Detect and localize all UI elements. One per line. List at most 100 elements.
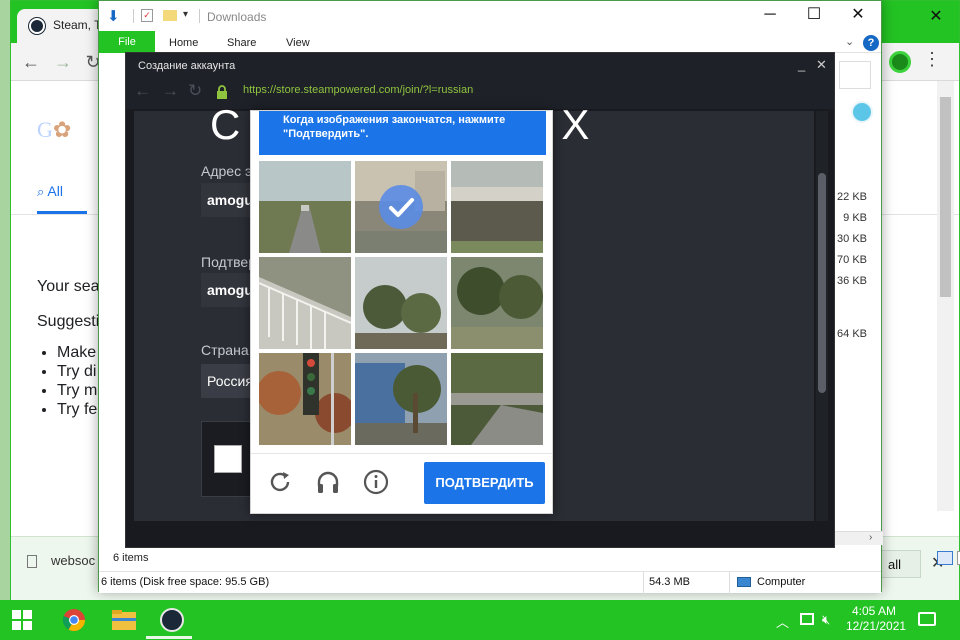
divider bbox=[729, 572, 730, 594]
country-label: Страна bbox=[201, 342, 249, 358]
status-size: 54.3 MB bbox=[649, 576, 690, 588]
captcha-checkbox[interactable] bbox=[214, 445, 242, 473]
close-icon[interactable]: ✕ bbox=[921, 7, 951, 27]
download-file-name: websoc bbox=[51, 553, 96, 568]
tab-home[interactable]: Home bbox=[169, 37, 198, 49]
profile-icon[interactable] bbox=[889, 51, 911, 73]
download-arrow-icon: ⬇ bbox=[107, 8, 120, 25]
captcha-tile[interactable] bbox=[451, 257, 543, 349]
search-results: Your sea Suggesti Make Try di Try m Try … bbox=[37, 277, 100, 419]
captcha-image-grid bbox=[259, 161, 545, 447]
stairs-image bbox=[259, 257, 351, 349]
refresh-icon[interactable] bbox=[267, 469, 293, 495]
headphones-icon[interactable] bbox=[315, 469, 341, 495]
clock[interactable]: 4:05 AM 12/21/2021 bbox=[846, 604, 907, 634]
steam-scroll-thumb[interactable] bbox=[818, 173, 826, 393]
traffic-light-image bbox=[259, 353, 351, 445]
notification-icon[interactable] bbox=[918, 612, 936, 626]
forward-arrow-icon[interactable]: → bbox=[162, 81, 179, 101]
divider bbox=[643, 572, 644, 594]
ribbon bbox=[99, 31, 881, 53]
shell-icon bbox=[851, 101, 873, 123]
active-app-indicator bbox=[146, 636, 192, 639]
lock-icon bbox=[217, 85, 227, 99]
chevron-right-icon[interactable]: › bbox=[869, 532, 872, 543]
divider bbox=[199, 9, 200, 23]
minimize-icon[interactable]: _ bbox=[798, 57, 805, 72]
computer-icon bbox=[737, 577, 751, 587]
captcha-tile[interactable] bbox=[451, 161, 543, 253]
file-explorer-icon[interactable] bbox=[112, 610, 136, 630]
road-image bbox=[259, 161, 351, 253]
steam-icon bbox=[29, 18, 45, 34]
captcha-tile[interactable] bbox=[259, 161, 351, 253]
reload-icon[interactable]: ↻ bbox=[188, 81, 202, 101]
close-icon[interactable]: ✕ bbox=[843, 5, 873, 25]
road-image bbox=[451, 353, 543, 445]
tab-all-label: All bbox=[47, 183, 63, 199]
trees-image bbox=[451, 257, 543, 349]
captcha-tile[interactable] bbox=[355, 257, 447, 349]
tab-view[interactable]: View bbox=[286, 37, 310, 49]
maximize-icon[interactable]: ☐ bbox=[799, 5, 829, 25]
info-icon[interactable] bbox=[363, 469, 389, 495]
close-icon[interactable]: ✕ bbox=[816, 57, 827, 73]
email-label: Адрес э bbox=[201, 163, 253, 179]
network-icon[interactable] bbox=[800, 613, 814, 625]
steam-url[interactable]: https://store.steampowered.com/join/?l=r… bbox=[243, 84, 473, 96]
captcha-tile[interactable] bbox=[355, 353, 447, 445]
palm-tree-image bbox=[355, 353, 447, 445]
window-title: Downloads bbox=[207, 10, 267, 24]
captcha-instruction: Когда изображения закончатся, нажмите "П… bbox=[259, 111, 546, 155]
divider bbox=[133, 9, 134, 23]
list-item: Try di bbox=[57, 362, 100, 381]
chevron-down-icon[interactable]: ▾ bbox=[183, 9, 188, 20]
tab-file[interactable]: File bbox=[99, 31, 155, 53]
kebab-menu-icon[interactable]: ⋮ bbox=[923, 49, 941, 70]
status-bar: 6 items (Disk free space: 95.5 GB) 54.3 … bbox=[99, 571, 881, 594]
back-arrow-icon[interactable]: ← bbox=[19, 50, 43, 74]
clock-date: 12/21/2021 bbox=[846, 619, 907, 633]
captcha-challenge: Когда изображения закончатся, нажмите "П… bbox=[250, 110, 553, 514]
list-item: Try m bbox=[57, 381, 100, 400]
windows-start-icon[interactable] bbox=[12, 610, 32, 630]
trees-image bbox=[355, 257, 447, 349]
search-box[interactable] bbox=[839, 61, 871, 89]
back-arrow-icon[interactable]: ← bbox=[134, 81, 151, 101]
clock-time: 4:05 AM bbox=[851, 604, 897, 618]
captcha-tile-selected[interactable] bbox=[355, 161, 447, 253]
google-doodle-logo[interactable]: G✿ bbox=[37, 117, 101, 143]
speaker-muted-icon[interactable]: 🔇︎ bbox=[822, 612, 830, 628]
show-all-label: all bbox=[888, 557, 902, 572]
chrome-scroll-thumb[interactable] bbox=[940, 97, 951, 297]
minimize-icon[interactable]: ─ bbox=[755, 5, 785, 25]
chrome-tab-title: Steam, T bbox=[53, 18, 102, 32]
bridge-image bbox=[451, 161, 543, 253]
window-title: Создание аккаунта bbox=[138, 60, 236, 72]
forward-arrow-icon[interactable]: → bbox=[51, 50, 75, 74]
results-intro: Your sea bbox=[37, 278, 100, 295]
steam-icon[interactable] bbox=[160, 608, 184, 632]
captcha-tile[interactable] bbox=[451, 353, 543, 445]
file-icon bbox=[27, 555, 37, 569]
tab-share[interactable]: Share bbox=[227, 37, 256, 49]
tab-all[interactable]: ⌕ All bbox=[37, 183, 63, 200]
download-item[interactable]: websoc bbox=[27, 553, 96, 569]
page-title-left: С bbox=[210, 101, 242, 148]
suggestions-label: Suggesti bbox=[37, 313, 100, 330]
chevron-down-icon[interactable]: ⌄ bbox=[845, 35, 854, 48]
new-folder-icon[interactable] bbox=[163, 10, 177, 21]
chevron-up-icon[interactable]: ︿ bbox=[776, 612, 789, 631]
tab-file-label: File bbox=[118, 36, 136, 48]
captcha-tile[interactable] bbox=[259, 353, 351, 445]
details-view-button[interactable] bbox=[937, 551, 953, 565]
list-item: Try fe bbox=[57, 400, 100, 419]
help-icon[interactable]: ? bbox=[863, 35, 879, 51]
submit-button[interactable]: ПОДТВЕРДИТЬ bbox=[424, 462, 545, 504]
items-count: 6 items bbox=[113, 552, 149, 564]
search-icon: ⌕ bbox=[37, 184, 45, 199]
chrome-icon[interactable] bbox=[62, 608, 86, 632]
properties-icon[interactable]: ✓ bbox=[141, 9, 153, 22]
captcha-tile[interactable] bbox=[259, 257, 351, 349]
suggestions-list: Make Try di Try m Try fe bbox=[37, 343, 100, 419]
